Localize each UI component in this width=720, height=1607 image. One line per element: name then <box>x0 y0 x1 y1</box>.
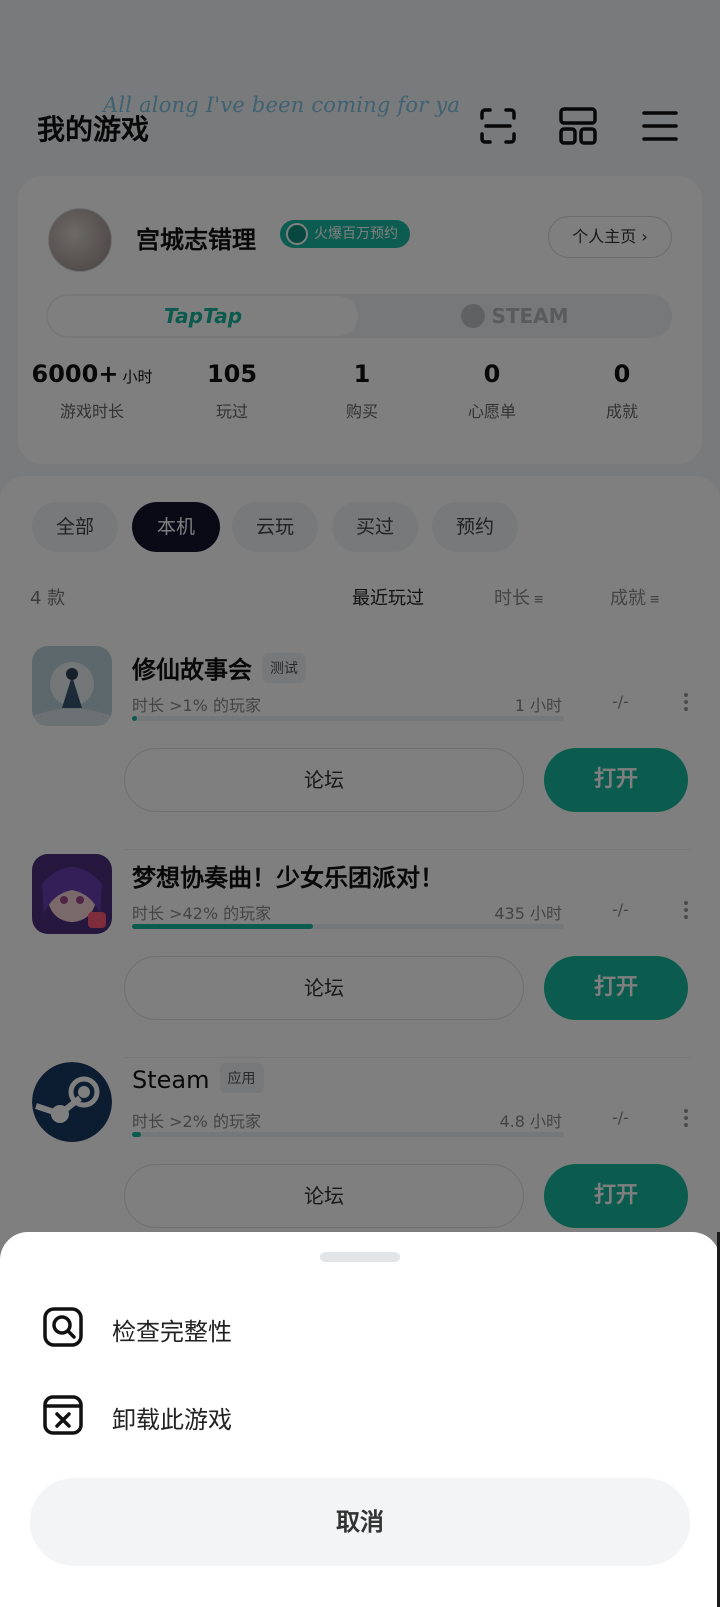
sheet-item-label: 卸载此游戏 <box>112 1406 232 1434</box>
sheet-grab-handle[interactable] <box>320 1252 400 1262</box>
search-check-icon <box>42 1306 84 1348</box>
verify-integrity-item[interactable]: 检查完整性 <box>0 1292 720 1362</box>
my-games-page: 我的游戏 All along I've been coming for ya 宫… <box>0 0 720 1607</box>
sheet-item-label: 检查完整性 <box>112 1318 232 1346</box>
uninstall-icon <box>42 1394 84 1436</box>
cancel-button[interactable]: 取消 <box>30 1478 690 1566</box>
uninstall-game-item[interactable]: 卸载此游戏 <box>0 1380 720 1450</box>
action-bottom-sheet: 检查完整性 卸载此游戏 取消 <box>0 1232 720 1607</box>
